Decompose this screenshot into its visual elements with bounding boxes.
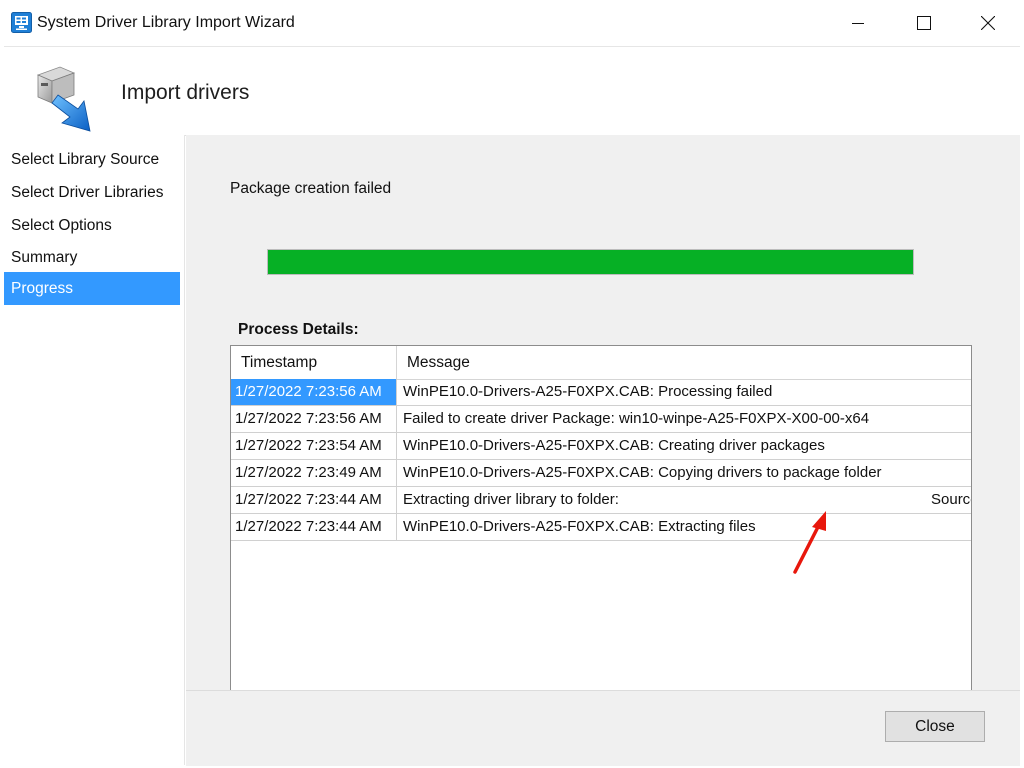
table-row[interactable]: 1/27/2022 7:23:44 AM Extracting driver l…	[231, 487, 971, 514]
message-cell: Failed to create driver Package: win10-w…	[403, 410, 870, 427]
maximize-icon	[917, 16, 931, 30]
progress-bar-fill	[268, 250, 913, 274]
timestamp-cell: 1/27/2022 7:23:44 AM	[231, 487, 397, 513]
maximize-button[interactable]	[894, 0, 954, 46]
message-cell: Extracting driver library to folder: Sou…	[397, 487, 971, 513]
window-close-button[interactable]	[958, 0, 1018, 46]
message-cell: WinPE10.0-Drivers-A25-F0XPX.CAB: Creatin…	[403, 437, 825, 454]
path-text: Sources$\Drivers_Package\O	[931, 491, 971, 508]
message-cell: WinPE10.0-Drivers-A25-F0XPX.CAB: Extract…	[403, 518, 756, 535]
timestamp-cell: 1/27/2022 7:23:44 AM	[231, 514, 397, 540]
timestamp-cell: 1/27/2022 7:23:56 AM	[231, 406, 397, 432]
nav-item-progress[interactable]: Progress	[4, 272, 180, 305]
wizard-header: Import drivers	[4, 46, 1020, 136]
nav-item-select-driver-libraries[interactable]: Select Driver Libraries	[4, 176, 180, 209]
timestamp-cell: 1/27/2022 7:23:49 AM	[231, 460, 397, 486]
page-title: Import drivers	[121, 81, 250, 104]
table-row[interactable]: 1/27/2022 7:23:54 AM WinPE10.0-Drivers-A…	[231, 433, 971, 460]
status-message: Package creation failed	[230, 180, 392, 197]
message-cell: WinPE10.0-Drivers-A25-F0XPX.CAB: Copying…	[403, 464, 882, 481]
minimize-button[interactable]	[828, 0, 888, 46]
table-row[interactable]: 1/27/2022 7:23:44 AM WinPE10.0-Drivers-A…	[231, 514, 971, 541]
timestamp-cell: 1/27/2022 7:23:54 AM	[231, 433, 397, 459]
message-text: Extracting driver library to folder:	[403, 491, 619, 508]
close-icon	[981, 16, 995, 30]
progress-bar	[267, 249, 914, 275]
column-header-message[interactable]: Message	[397, 346, 971, 379]
table-row[interactable]: 1/27/2022 7:23:49 AM WinPE10.0-Drivers-A…	[231, 460, 971, 487]
grid-header: Timestamp Message	[231, 346, 971, 380]
nav-item-select-options[interactable]: Select Options	[4, 209, 180, 242]
table-row[interactable]: 1/27/2022 7:23:56 AM WinPE10.0-Drivers-A…	[231, 379, 971, 406]
close-button[interactable]: Close	[885, 711, 985, 742]
nav-item-summary[interactable]: Summary	[4, 241, 180, 274]
minimize-icon	[852, 23, 864, 24]
process-details-label: Process Details:	[238, 321, 359, 338]
title-bar: System Driver Library Import Wizard	[0, 0, 1024, 46]
progress-panel: Package creation failed Process Details:…	[186, 135, 1020, 693]
process-details-grid[interactable]: Timestamp Message 1/27/2022 7:23:56 AM W…	[230, 345, 972, 693]
nav-item-select-library-source[interactable]: Select Library Source	[4, 143, 180, 176]
window-title: System Driver Library Import Wizard	[37, 14, 295, 31]
wizard-window: System Driver Library Import Wizard Impo…	[0, 0, 1024, 768]
table-row[interactable]: 1/27/2022 7:23:56 AM Failed to create dr…	[231, 406, 971, 433]
wizard-footer: Close	[186, 690, 1020, 766]
timestamp-cell: 1/27/2022 7:23:56 AM	[231, 379, 397, 405]
wizard-app-icon	[11, 12, 32, 33]
wizard-steps-nav: Select Library Source Select Driver Libr…	[4, 135, 185, 765]
column-header-timestamp[interactable]: Timestamp	[231, 346, 397, 379]
red-arrow-icon	[793, 511, 826, 574]
driver-import-icon	[36, 66, 91, 132]
message-cell: WinPE10.0-Drivers-A25-F0XPX.CAB: Process…	[403, 383, 773, 400]
